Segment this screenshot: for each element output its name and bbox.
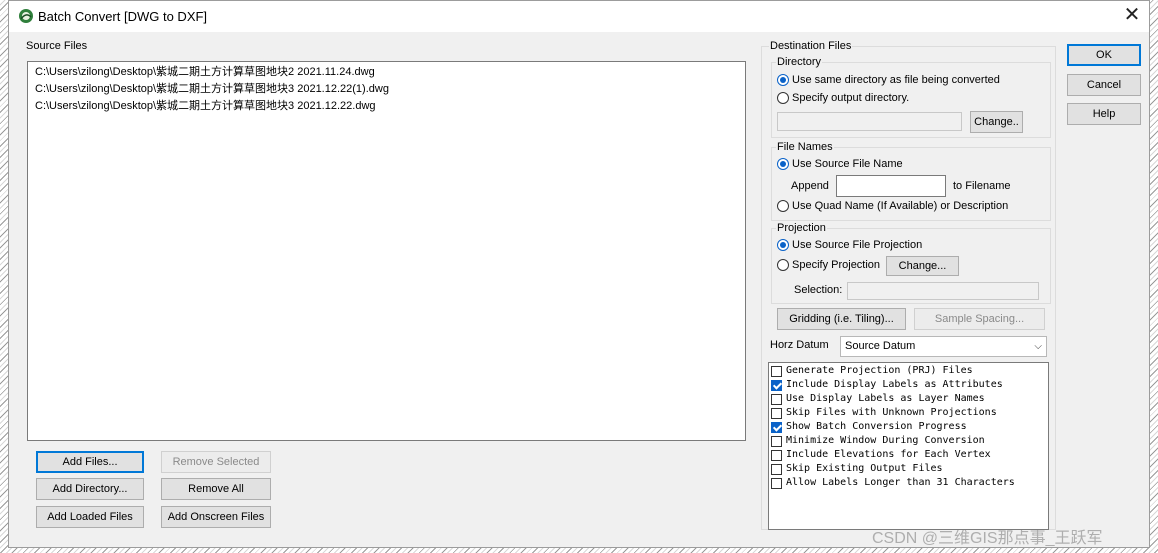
change-projection-button[interactable]: Change... [886, 256, 959, 276]
source-file-row[interactable]: C:\Users\zilong\Desktop\紫城二期土方计算草图地块2 20… [28, 64, 745, 81]
title-bar[interactable]: Batch Convert [DWG to DXF] ✕ [9, 1, 1149, 32]
checkbox[interactable] [771, 436, 782, 447]
gridding-button[interactable]: Gridding (i.e. Tiling)... [777, 308, 906, 330]
checkbox[interactable] [771, 464, 782, 475]
app-icon [19, 9, 33, 23]
option-show-progress[interactable]: Show Batch Conversion Progress [769, 420, 1048, 434]
remove-all-button[interactable]: Remove All [161, 478, 271, 500]
projection-label: Projection [776, 222, 827, 234]
same-directory-radio[interactable] [777, 74, 789, 86]
change-directory-button[interactable]: Change.. [970, 111, 1023, 133]
checkbox[interactable] [771, 422, 782, 433]
option-allow-long-labels[interactable]: Allow Labels Longer than 31 Characters [769, 476, 1048, 490]
projection-selection-field[interactable] [847, 282, 1039, 300]
use-source-name-radio[interactable] [777, 158, 789, 170]
watermark: CSDN @三维GIS那点事_王跃军 [872, 530, 1103, 547]
checkbox[interactable] [771, 478, 782, 489]
use-source-projection-radio[interactable] [777, 239, 789, 251]
add-directory-button[interactable]: Add Directory... [36, 478, 144, 500]
checkbox[interactable] [771, 408, 782, 419]
use-source-name-label: Use Source File Name [792, 158, 903, 170]
window-title: Batch Convert [DWG to DXF] [38, 9, 208, 24]
sample-spacing-button[interactable]: Sample Spacing... [914, 308, 1045, 330]
help-button[interactable]: Help [1067, 103, 1141, 125]
file-names-label: File Names [776, 141, 834, 153]
ok-button[interactable]: OK [1067, 44, 1141, 66]
append-label: Append [791, 180, 829, 192]
same-directory-label: Use same directory as file being convert… [792, 74, 1000, 86]
checkbox[interactable] [771, 450, 782, 461]
options-list: Generate Projection (PRJ) Files Include … [768, 362, 1049, 530]
batch-convert-dialog: Batch Convert [DWG to DXF] ✕ Source File… [8, 0, 1150, 548]
output-directory-field[interactable] [777, 112, 962, 131]
directory-label: Directory [776, 56, 823, 68]
source-files-list[interactable]: C:\Users\zilong\Desktop\紫城二期土方计算草图地块2 20… [27, 61, 746, 441]
remove-selected-button[interactable]: Remove Selected [161, 451, 271, 473]
horz-datum-value: Source Datum [845, 340, 916, 352]
option-include-display-labels[interactable]: Include Display Labels as Attributes [769, 378, 1048, 392]
horz-datum-select[interactable]: Source Datum ⌵ [840, 336, 1047, 357]
source-file-row[interactable]: C:\Users\zilong\Desktop\紫城二期土方计算草图地块3 20… [28, 81, 745, 98]
source-file-row[interactable]: C:\Users\zilong\Desktop\紫城二期土方计算草图地块3 20… [28, 98, 745, 115]
option-skip-existing[interactable]: Skip Existing Output Files [769, 462, 1048, 476]
source-files-label: Source Files [26, 40, 88, 52]
add-onscreen-files-button[interactable]: Add Onscreen Files [161, 506, 271, 528]
use-source-projection-label: Use Source File Projection [792, 239, 923, 251]
close-icon[interactable]: ✕ [1121, 4, 1143, 26]
destination-files-label: Destination Files [769, 40, 853, 52]
option-generate-prj[interactable]: Generate Projection (PRJ) Files [769, 364, 1048, 378]
specify-directory-radio[interactable] [777, 92, 789, 104]
quad-name-radio[interactable] [777, 200, 789, 212]
horz-datum-label: Horz Datum [770, 339, 829, 351]
option-minimize-window[interactable]: Minimize Window During Conversion [769, 434, 1048, 448]
specify-directory-label: Specify output directory. [792, 92, 910, 104]
append-input[interactable] [836, 175, 946, 197]
add-files-button[interactable]: Add Files... [36, 451, 144, 473]
specify-projection-radio[interactable] [777, 259, 789, 271]
cancel-button[interactable]: Cancel [1067, 74, 1141, 96]
checkbox[interactable] [771, 366, 782, 377]
option-skip-unknown-projections[interactable]: Skip Files with Unknown Projections [769, 406, 1048, 420]
chevron-down-icon: ⌵ [1034, 341, 1042, 352]
quad-name-label: Use Quad Name (If Available) or Descript… [792, 200, 1009, 212]
specify-projection-label: Specify Projection [792, 259, 881, 271]
to-filename-label: to Filename [953, 180, 1011, 192]
checkbox[interactable] [771, 394, 782, 405]
option-labels-as-layer-names[interactable]: Use Display Labels as Layer Names [769, 392, 1048, 406]
option-include-elevations[interactable]: Include Elevations for Each Vertex [769, 448, 1048, 462]
checkbox[interactable] [771, 380, 782, 391]
add-loaded-files-button[interactable]: Add Loaded Files [36, 506, 144, 528]
selection-label: Selection: [794, 284, 843, 296]
